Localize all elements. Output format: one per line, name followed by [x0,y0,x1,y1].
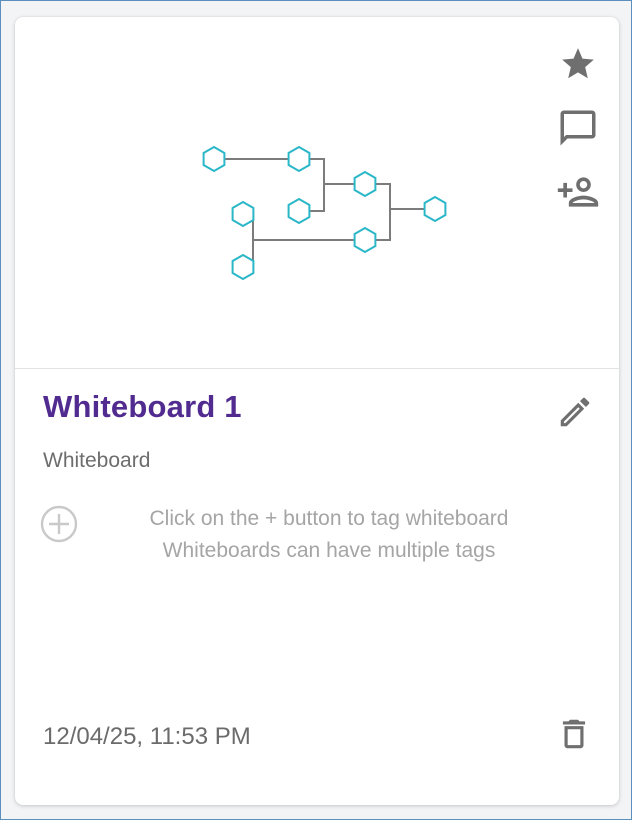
diagram-node [287,145,311,173]
edit-button[interactable] [555,392,595,432]
person-add-icon [557,177,599,207]
comment-icon [560,110,596,146]
delete-button[interactable] [553,713,595,755]
add-tag-button[interactable] [39,504,79,544]
star-icon [562,48,594,79]
share-button[interactable] [555,169,601,215]
tag-hint: Click on the + button to tag whiteboard … [119,503,539,567]
diagram-node [287,197,311,225]
diagram-thumbnail [202,145,447,281]
last-modified-timestamp: 12/04/25, 11:53 PM [43,723,251,750]
comments-button[interactable] [555,105,601,151]
diagram-node [231,253,255,281]
trash-icon [562,719,586,749]
window-frame: Whiteboard 1 Whiteboard Click on the + b… [0,0,632,820]
tag-hint-line-1: Click on the + button to tag whiteboard [149,507,509,530]
diagram-node [353,226,377,254]
pencil-icon [560,397,590,427]
favorite-button[interactable] [555,41,601,87]
card-side-actions [555,41,601,215]
tag-hint-line-2: Whiteboards can have multiple tags [162,539,496,562]
diagram-node [202,145,226,173]
diagram-node [423,195,447,223]
whiteboard-title[interactable]: Whiteboard 1 [43,389,242,425]
diagram-node [231,200,255,228]
whiteboard-card[interactable]: Whiteboard 1 Whiteboard Click on the + b… [15,17,619,805]
add-circle-icon [40,505,78,543]
diagram-node [353,170,377,198]
whiteboard-type-label: Whiteboard [43,449,151,472]
whiteboard-preview[interactable] [15,17,619,369]
